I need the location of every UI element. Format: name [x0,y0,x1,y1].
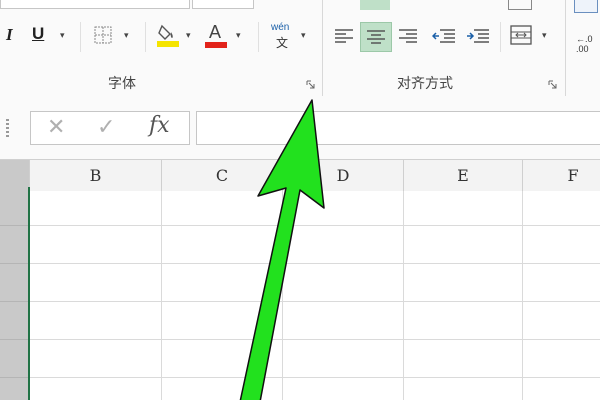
green-arrow-annotation [239,99,325,400]
